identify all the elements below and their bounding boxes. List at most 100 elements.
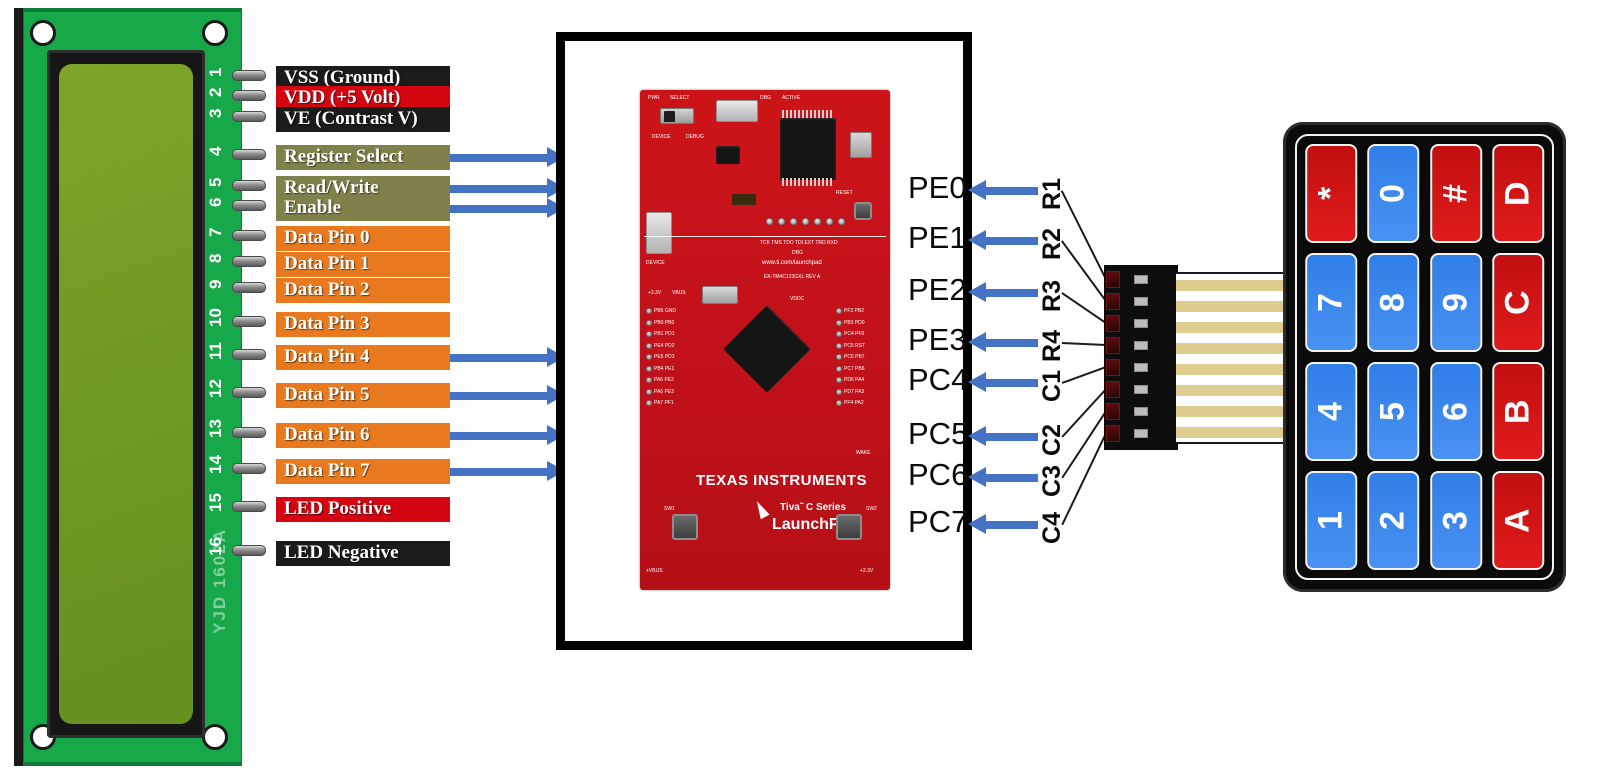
keypad-key[interactable]: 2 [1367, 471, 1420, 570]
silk-reset: RESET [836, 190, 853, 196]
keypad-key[interactable]: 6 [1429, 362, 1482, 461]
lcd-pin-label: Data Pin 7 [276, 459, 450, 484]
lcd-pin-pad [232, 70, 266, 81]
connector-socket [1106, 425, 1120, 442]
keypad-signal-label: R4 [1038, 330, 1066, 362]
silk-vbus: VBUS [672, 290, 686, 296]
keypad-key[interactable]: A [1491, 471, 1544, 570]
keypad-port-label: PC7 [908, 504, 969, 539]
lcd-pin-pad [232, 149, 266, 160]
keypad-key[interactable]: 8 [1367, 253, 1420, 352]
silk-dbg: DBG [760, 95, 771, 101]
user-switch-sw2[interactable] [836, 514, 862, 540]
chip-pin-row-bottom [782, 178, 834, 186]
usb-debug-port [716, 100, 758, 122]
keypad-port-label: PE1 [908, 220, 967, 255]
lcd-pin-label: Data Pin 3 [276, 312, 450, 337]
keypad-key[interactable]: 4 [1305, 362, 1358, 461]
gpio-pad: PA5 PE2 [646, 377, 676, 383]
silk-wake: WAKE [856, 450, 871, 456]
keypad-signal-arrow [968, 467, 1038, 487]
silk-vddc: VDDC [790, 296, 805, 302]
keypad-key[interactable]: 7 [1305, 253, 1358, 352]
keypad-signal-label: R3 [1038, 280, 1066, 312]
gpio-pad: PD7 PA3 [836, 388, 865, 395]
keypad-signal-label: C1 [1038, 370, 1066, 402]
lcd-pin-number: 7 [206, 227, 225, 237]
connector-lead-line [1061, 366, 1107, 384]
lcd-pin-pad [232, 545, 266, 556]
connector-socket [1106, 403, 1120, 420]
connector-socket [1106, 271, 1120, 288]
connector-pin [1134, 319, 1148, 328]
lcd-pcb-bottom-edge [23, 762, 242, 766]
lcd-pin-pad [232, 427, 266, 438]
keypad-key[interactable]: B [1491, 362, 1544, 461]
keypad-port-label: PE3 [908, 322, 967, 357]
keypad-key[interactable]: 3 [1429, 471, 1482, 570]
board-url: www.ti.com/launchpad [762, 260, 822, 266]
keypad-key[interactable]: 1 [1305, 471, 1358, 570]
ribbon-wire [1176, 343, 1283, 354]
ribbon-wire [1176, 364, 1283, 375]
connector-lead-line [1061, 292, 1107, 324]
silk-sw1: SW1 [664, 506, 675, 512]
board-divider-line [644, 236, 886, 237]
lcd-signal-arrow [450, 385, 565, 405]
gpio-pad: PB1 PD1 [646, 331, 676, 337]
lcd-pin-number: 10 [206, 308, 225, 328]
lcd-pin-number: 5 [206, 177, 225, 187]
keypad-signal-arrow [968, 230, 1038, 250]
silk-device-2: DEVICE [646, 260, 665, 266]
gpio-pad: PE5 PD3 [646, 354, 676, 360]
keypad-key[interactable]: 9 [1429, 253, 1482, 352]
keypad-key[interactable]: D [1491, 144, 1544, 243]
inductor [732, 194, 756, 205]
keypad-port-label: PE2 [908, 272, 967, 307]
debug-mcu-chip [780, 118, 836, 180]
silk-pwr: PWR [648, 95, 660, 101]
ribbon-wire [1176, 406, 1283, 417]
lcd-pin-pad [232, 200, 266, 211]
lcd-pin-label: Data Pin 0 [276, 226, 450, 251]
silk-select: SELECT [670, 95, 690, 101]
debug-header-pads [766, 218, 850, 225]
keypad-key[interactable]: 5 [1367, 362, 1420, 461]
diagram-canvas: YJD 1602A 1 2 3 4 5 6 7 8 9 10 11 12 13 14 15 16 VSS (G… [0, 0, 1600, 774]
series-text: Tiva˜ C Series [780, 502, 846, 513]
lcd-bezel [47, 50, 205, 738]
lcd-pin-number: 6 [206, 197, 225, 207]
tiva-c-launchpad-board: PWR SELECT DBG ACTIVE DEVICE DEBUG DEVIC… [640, 90, 890, 590]
keypad-key[interactable]: C [1491, 253, 1544, 352]
gpio-pad: PD6 PA4 [836, 377, 865, 383]
lcd-mounting-hole [202, 724, 228, 750]
lcd-pin-label: LED Positive [276, 497, 450, 522]
left-gpio-header: PB5 GND PB0 PB0 PB1 PD1 PE4 PD2 PE5 PD3 PB4 P… [646, 308, 676, 412]
lcd-mounting-hole [202, 20, 228, 46]
keypad-key[interactable]: # [1429, 144, 1482, 243]
connector-socket [1106, 337, 1120, 354]
lcd-pin-number: 2 [206, 87, 225, 97]
lcd-signal-arrow [450, 347, 565, 367]
lcd-pin-number: 12 [206, 379, 225, 399]
usb-device-port [646, 212, 672, 254]
silk-jtag-row: TCK TMS TDO TDI EXT TRD RXD [760, 240, 838, 246]
connector-pin [1134, 341, 1148, 350]
connector-socket [1106, 381, 1120, 398]
keypad-port-label: PC4 [908, 362, 969, 397]
keypad-signal-arrow [968, 372, 1038, 392]
keypad-key[interactable]: 0 [1367, 144, 1420, 243]
keypad-key[interactable]: * [1305, 144, 1358, 243]
board-part-number: EK-TM4C123GXL REV A [764, 274, 821, 280]
connector-pin [1134, 363, 1148, 372]
reset-button[interactable] [854, 202, 872, 220]
gpio-pad: PC7 PB6 [836, 365, 865, 372]
lcd-pin-label: Data Pin 5 [276, 383, 450, 408]
lcd-signal-arrow [450, 147, 565, 167]
user-switch-sw1[interactable] [672, 514, 698, 540]
keypad-signal-label: C2 [1038, 424, 1066, 456]
keypad-port-label: PC6 [908, 457, 969, 492]
chip-pin-row-top [782, 110, 834, 118]
lcd-pin-pad [232, 180, 266, 191]
ribbon-wire [1176, 385, 1283, 396]
